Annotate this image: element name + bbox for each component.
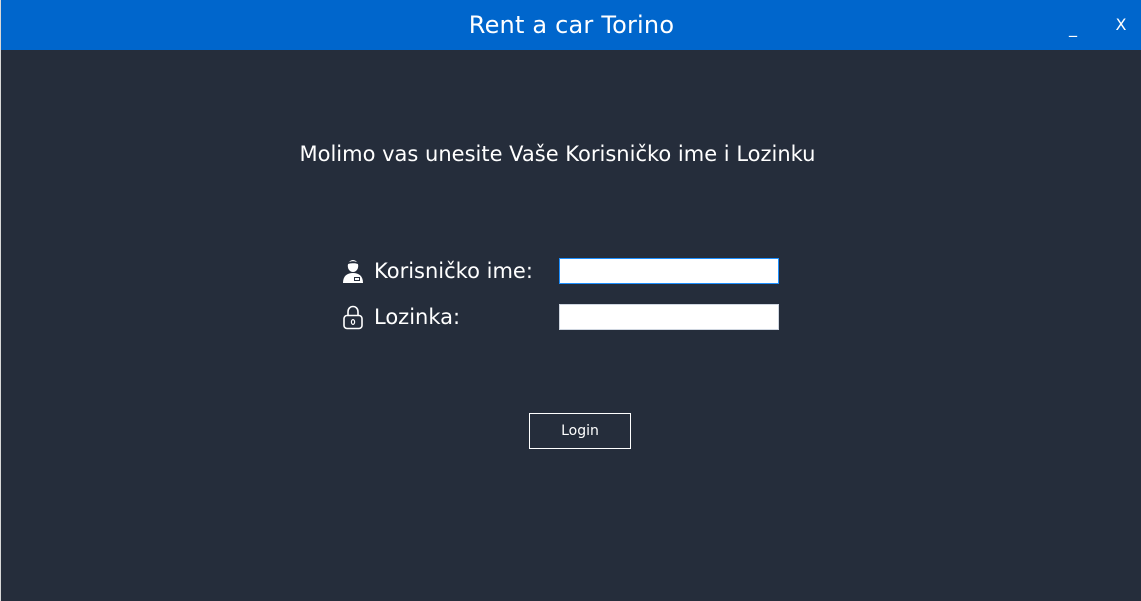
login-prompt: Molimo vas unesite Vaše Korisničko ime i… — [299, 142, 816, 166]
lock-icon — [341, 304, 365, 330]
username-label: Korisničko ime: — [374, 259, 533, 283]
close-button[interactable]: X — [1109, 0, 1133, 50]
login-button[interactable]: Login — [529, 413, 631, 449]
minimize-button[interactable]: _ — [1061, 0, 1085, 50]
password-row: Lozinka: — [341, 304, 460, 330]
username-row: Korisničko ime: — [341, 258, 533, 284]
password-label: Lozinka: — [374, 305, 461, 329]
user-icon — [341, 258, 365, 284]
password-input[interactable] — [559, 304, 779, 330]
login-window: Rent a car Torino _ X Molimo vas unesite… — [0, 0, 1141, 601]
window-title: Rent a car Torino — [468, 11, 675, 39]
username-input[interactable] — [559, 258, 779, 284]
title-bar[interactable]: Rent a car Torino _ X — [1, 0, 1141, 50]
